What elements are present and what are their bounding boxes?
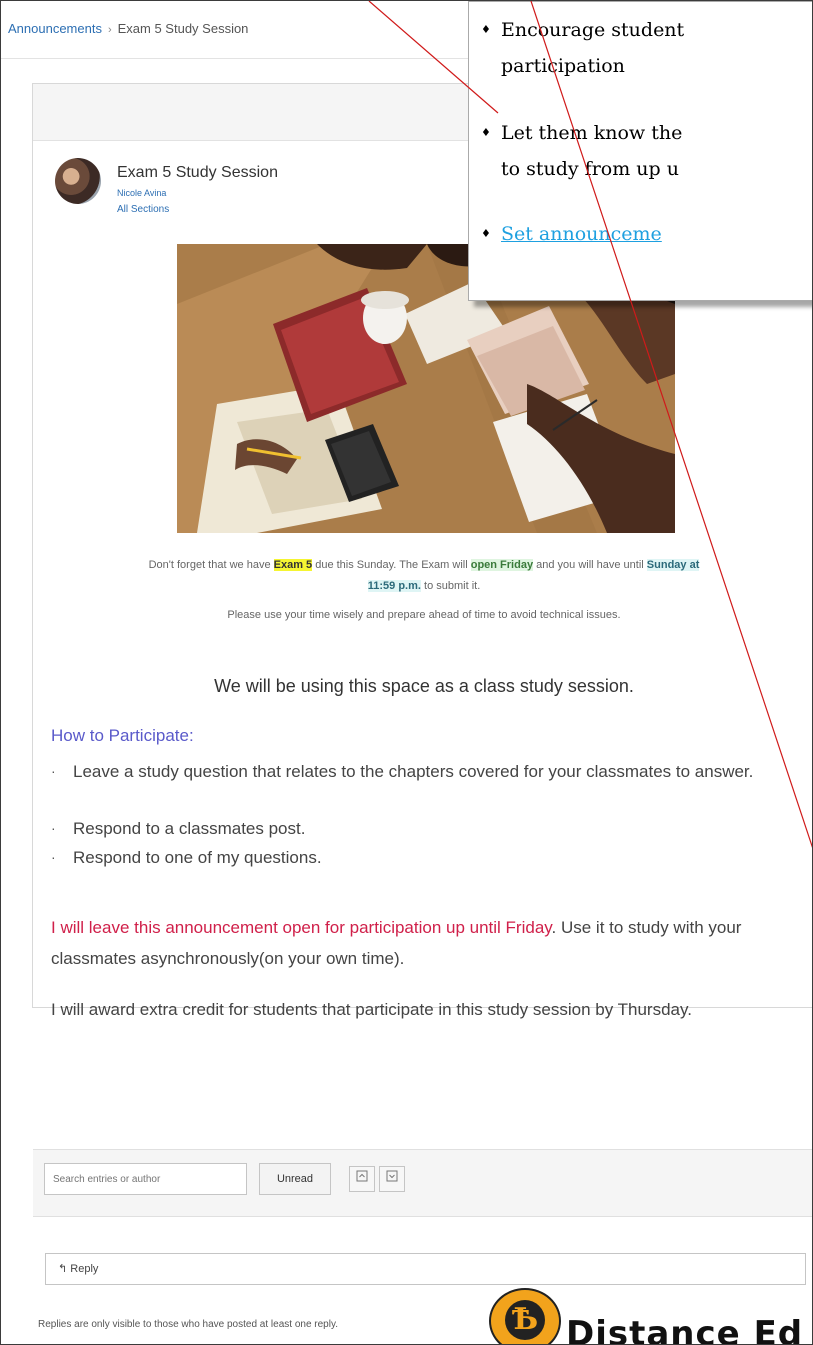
- diamond-bullet-icon: ♦: [481, 126, 491, 139]
- breadcrumb: Announcements › Exam 5 Study Session: [8, 21, 248, 36]
- highlight-open-day: open Friday: [470, 559, 534, 571]
- deadline-highlight: I will leave this announcement open for …: [51, 918, 552, 937]
- list-item-text: Respond to a classmates post.: [73, 819, 306, 838]
- highlight-due-day: Sunday at: [646, 559, 700, 571]
- post-sections-link[interactable]: All Sections: [117, 204, 169, 215]
- instruction-callout: ♦ Encourage student participation ♦ Let th…: [468, 1, 812, 301]
- reply-label: Reply: [70, 1263, 99, 1275]
- callout-bullet: ♦ Encourage student: [481, 12, 685, 48]
- avatar[interactable]: [55, 158, 101, 204]
- study-session-heading: We will be using this space as a class s…: [214, 676, 634, 696]
- list-item: · Leave a study question that relates to…: [51, 758, 791, 785]
- collapse-replies-button[interactable]: [349, 1166, 375, 1192]
- callout-line: to study from up u: [501, 158, 679, 180]
- list-item: · Respond to a classmates post.: [51, 815, 791, 842]
- unread-filter-button[interactable]: Unread: [259, 1163, 331, 1195]
- collapse-icon: [356, 1170, 368, 1182]
- reminder-part-3: and you will have until: [533, 559, 647, 571]
- logo-text: Distance Ed: [566, 1314, 804, 1345]
- highlight-due-time: 11:59 p.m.: [367, 580, 421, 592]
- bullet-icon: ·: [51, 849, 56, 865]
- reply-button[interactable]: ↰ Reply: [45, 1253, 806, 1285]
- participation-deadline-text: I will leave this announcement open for …: [51, 912, 811, 974]
- list-item: · Respond to one of my questions.: [51, 844, 791, 871]
- discussion-toolbar: Unread: [33, 1149, 812, 1217]
- callout-bullet: ♦ Set announceme: [481, 216, 662, 252]
- distance-ed-logo: Ѣ: [489, 1288, 561, 1344]
- search-entries-input[interactable]: [44, 1163, 247, 1195]
- bullet-icon: ·: [51, 820, 56, 836]
- callout-text: Encourage student: [501, 19, 685, 41]
- reply-arrow-icon: ↰: [58, 1263, 68, 1275]
- breadcrumb-separator-icon: ›: [107, 24, 112, 36]
- logo-mark: Ѣ: [505, 1300, 545, 1340]
- time-advice-text: Please use your time wisely and prepare …: [227, 609, 621, 621]
- breadcrumb-current: Exam 5 Study Session: [117, 21, 249, 36]
- expand-icon: [386, 1170, 398, 1182]
- list-item-text: Respond to one of my questions.: [73, 848, 322, 867]
- diamond-bullet-icon: ♦: [481, 227, 491, 240]
- bullet-icon: ·: [51, 763, 56, 779]
- set-announcement-link[interactable]: Set announceme: [501, 223, 662, 245]
- diamond-bullet-icon: ♦: [481, 23, 491, 36]
- breadcrumb-announcements-link[interactable]: Announcements: [8, 21, 102, 36]
- post-author-link[interactable]: Nicole Avina: [117, 188, 166, 198]
- how-to-participate-title: How to Participate:: [51, 726, 194, 745]
- reminder-part-1: Don't forget that we have: [148, 559, 274, 571]
- callout-line: participation: [501, 55, 625, 77]
- callout-text: Let them know the: [501, 122, 683, 144]
- list-item-text: Leave a study question that relates to t…: [73, 762, 754, 781]
- post-title: Exam 5 Study Session: [117, 164, 278, 181]
- callout-bullet: ♦ Let them know the: [481, 115, 683, 151]
- lms-screenshot: Announcements › Exam 5 Study Session Exam …: [0, 0, 813, 1345]
- reminder-part-4: to submit it.: [420, 580, 481, 592]
- exam-reminder-text: Don't forget that we have Exam 5 due thi…: [33, 555, 812, 597]
- reminder-part-2: due this Sunday. The Exam will: [312, 559, 471, 571]
- replies-visibility-note: Replies are only visible to those who ha…: [38, 1319, 338, 1330]
- highlight-exam: Exam 5: [273, 559, 313, 571]
- expand-replies-button[interactable]: [379, 1166, 405, 1192]
- extra-credit-text: I will award extra credit for students t…: [51, 1000, 692, 1019]
